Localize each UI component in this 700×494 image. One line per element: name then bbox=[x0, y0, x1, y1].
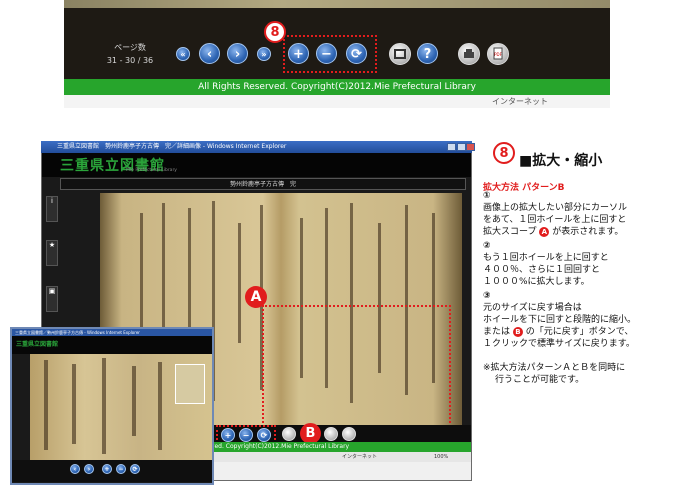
prev-page-button[interactable]: ‹ bbox=[199, 43, 220, 64]
side-image-button[interactable]: ▣ bbox=[46, 286, 58, 312]
text-column bbox=[44, 360, 48, 450]
book-image-edge bbox=[64, 0, 610, 8]
reset-zoom-button[interactable]: ⟳ bbox=[257, 428, 271, 442]
instruction-line: １０００%に拡大します。 bbox=[483, 277, 590, 287]
help-button[interactable]: ? bbox=[417, 43, 438, 64]
instruction-line: 拡大スコープ A が表示されます。 bbox=[483, 226, 623, 238]
zoom-out-button[interactable]: − bbox=[239, 428, 253, 442]
reset-zoom-button[interactable]: ⟳ bbox=[130, 464, 140, 474]
instruction-line: 元のサイズに戻す場合は bbox=[483, 303, 582, 313]
minimize-button[interactable] bbox=[447, 143, 456, 151]
instruction-text: の「元に戻す」ボタンで、 bbox=[525, 327, 634, 337]
zoom-in-button[interactable]: + bbox=[102, 464, 112, 474]
note-line: ※拡大方法パターンＡとＢを同時に bbox=[483, 363, 626, 373]
fullscreen-button[interactable] bbox=[282, 427, 296, 441]
zoom-out-button[interactable]: − bbox=[116, 464, 126, 474]
close-button[interactable] bbox=[466, 143, 475, 151]
instruction-line: 画像上の拡大したい部分にカーソル bbox=[483, 203, 628, 213]
print-button[interactable] bbox=[324, 427, 338, 441]
next-page-button[interactable]: › bbox=[84, 464, 94, 474]
page-count-label: ページ数 bbox=[114, 43, 146, 52]
instruction-line: または B の「元に戻す」ボタンで、 bbox=[483, 326, 633, 338]
instruction-line: ４００％、さらに１回回すと bbox=[483, 265, 601, 275]
text-column bbox=[238, 223, 241, 343]
library-logo-subtitle: Mie Prefectural Library bbox=[126, 168, 177, 173]
instruction-text: 拡大スコープ bbox=[483, 227, 537, 237]
text-column bbox=[72, 364, 76, 444]
step-3-marker: ③ bbox=[483, 291, 491, 301]
method-subtitle: 拡大方法 パターンB bbox=[483, 183, 565, 193]
instruction-line: もう１回ホイールを上に回すと bbox=[483, 253, 609, 263]
library-logo[interactable]: 三重県立図書館 bbox=[16, 339, 58, 348]
print-icon bbox=[464, 49, 474, 58]
pdf-button[interactable] bbox=[342, 427, 356, 441]
prev-page-button[interactable]: ‹ bbox=[70, 464, 80, 474]
marker-b-inline: B bbox=[512, 326, 523, 337]
side-info-button[interactable]: i bbox=[46, 196, 58, 222]
marker-b-badge: B bbox=[300, 423, 321, 444]
step-1-marker: ① bbox=[483, 191, 491, 201]
window-titlebar: 三重県立図書館／勢州鈴鹿亭子方古傳 - Windows Internet Exp… bbox=[12, 329, 212, 336]
pdf-icon: PDF bbox=[493, 47, 503, 60]
zoom-in-button[interactable]: + bbox=[288, 43, 309, 64]
instruction-line: ホイールを下に回すと段階的に縮小。 bbox=[483, 315, 637, 325]
section-number-badge: 8 bbox=[493, 142, 515, 164]
side-bookmark-button[interactable]: ★ bbox=[46, 240, 58, 266]
instruction-text: が表示されます。 bbox=[552, 227, 624, 237]
step-number-badge: 8 bbox=[264, 21, 286, 43]
zoom-scope-area bbox=[262, 305, 451, 427]
instruction-text: または bbox=[483, 327, 511, 337]
section-heading: ■拡大・縮小 bbox=[519, 153, 603, 169]
status-zone-text: インターネット bbox=[342, 454, 378, 460]
page-count-value: 31 - 30 / 36 bbox=[106, 56, 154, 65]
print-button[interactable] bbox=[458, 43, 480, 65]
svg-text:PDF: PDF bbox=[494, 52, 502, 57]
text-column bbox=[102, 358, 106, 454]
fullscreen-button[interactable] bbox=[389, 43, 411, 65]
document-title-bar: 勢州鈴鹿亭子方古傳 完 bbox=[60, 178, 466, 190]
zoom-level-text[interactable]: 100% bbox=[434, 452, 448, 462]
status-bar: インターネット bbox=[64, 95, 610, 108]
pdf-button[interactable]: PDF bbox=[487, 43, 509, 65]
copyright-bar: All Rights Reserved. Copyright(C)2012.Mi… bbox=[64, 79, 610, 95]
site-header: 三重県立図書館 bbox=[12, 336, 212, 354]
fullscreen-icon bbox=[394, 49, 406, 59]
first-page-button[interactable]: « bbox=[176, 47, 190, 61]
text-column bbox=[158, 362, 162, 450]
step-2-marker: ② bbox=[483, 241, 491, 251]
last-page-button[interactable]: » bbox=[257, 47, 271, 61]
maximize-button[interactable] bbox=[457, 143, 466, 151]
status-zone-text: インターネット bbox=[492, 97, 548, 106]
zoom-out-button[interactable]: − bbox=[316, 43, 337, 64]
reset-zoom-button[interactable]: ⟳ bbox=[346, 43, 367, 64]
marker-a-badge: A bbox=[245, 286, 267, 308]
zoom-scope-preview bbox=[175, 364, 205, 404]
window-titlebar: 三重県立図書館 勢州鈴鹿亭子方古傳 完／詳細画像 - Windows Inter… bbox=[41, 141, 472, 153]
instruction-line: をあて、１回ホイールを上に回すと bbox=[483, 215, 627, 225]
zoom-in-button[interactable]: + bbox=[221, 428, 235, 442]
viewer-controls: ‹ › + − ⟳ bbox=[12, 460, 212, 482]
text-column bbox=[132, 366, 136, 436]
next-page-button[interactable]: › bbox=[227, 43, 248, 64]
marker-a-inline: A bbox=[539, 226, 550, 237]
note-line: 行うことが可能です。 bbox=[495, 375, 585, 385]
instruction-line: １クリックで標準サイズに戻ります。 bbox=[483, 339, 635, 349]
